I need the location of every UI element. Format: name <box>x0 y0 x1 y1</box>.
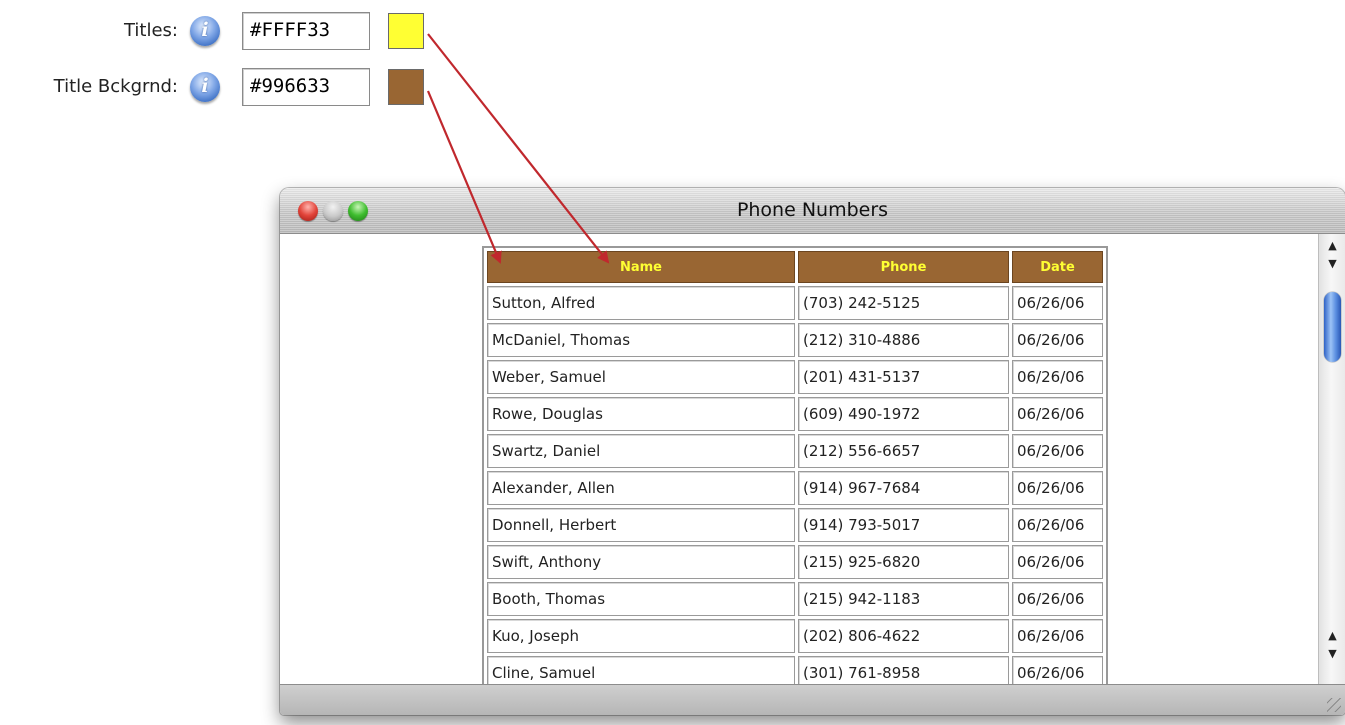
cell-date[interactable]: 06/26/06 <box>1012 545 1103 579</box>
cell-phone[interactable]: (212) 310-4886 <box>798 323 1009 357</box>
cell-name[interactable]: Alexander, Allen <box>487 471 795 505</box>
window-content: Name Phone Date Sutton, Alfred (703) 242-… <box>280 234 1318 684</box>
cell-phone[interactable]: (609) 490-1972 <box>798 397 1009 431</box>
cell-name[interactable]: Weber, Samuel <box>487 360 795 394</box>
cell-phone[interactable]: (914) 967-7684 <box>798 471 1009 505</box>
cell-date[interactable]: 06/26/06 <box>1012 582 1103 616</box>
cell-phone[interactable]: (201) 431-5137 <box>798 360 1009 394</box>
table-row[interactable]: Sutton, Alfred (703) 242-5125 06/26/06 <box>487 286 1103 320</box>
titles-setting-row: Titles: i #FFFF33 <box>0 12 440 52</box>
titles-color-field[interactable]: #FFFF33 <box>242 12 370 50</box>
scroll-up-icon[interactable]: ▲ <box>1319 236 1345 256</box>
table-row[interactable]: Kuo, Joseph (202) 806-4622 06/26/06 <box>487 619 1103 653</box>
table-body: Sutton, Alfred (703) 242-5125 06/26/06 McDa… <box>487 286 1103 684</box>
titles-info-icon[interactable]: i <box>190 16 220 46</box>
cell-date[interactable]: 06/26/06 <box>1012 286 1103 320</box>
window-titlebar[interactable]: Phone Numbers <box>280 188 1345 234</box>
cell-phone[interactable]: (212) 556-6657 <box>798 434 1009 468</box>
title-background-color-swatch[interactable] <box>388 69 424 105</box>
table-row[interactable]: Cline, Samuel (301) 761-8958 06/26/06 <box>487 656 1103 684</box>
cell-name[interactable]: Kuo, Joseph <box>487 619 795 653</box>
title-background-info-icon[interactable]: i <box>190 72 220 102</box>
cell-phone[interactable]: (301) 761-8958 <box>798 656 1009 684</box>
phone-numbers-table: Name Phone Date Sutton, Alfred (703) 242-… <box>482 246 1108 684</box>
column-header-phone[interactable]: Phone <box>798 251 1009 283</box>
title-background-setting-row: Title Bckgrnd: i #996633 <box>0 68 440 108</box>
cell-phone[interactable]: (703) 242-5125 <box>798 286 1009 320</box>
scroll-down-icon[interactable]: ▼ <box>1319 254 1345 274</box>
cell-date[interactable]: 06/26/06 <box>1012 471 1103 505</box>
cell-name[interactable]: Booth, Thomas <box>487 582 795 616</box>
table-row[interactable]: Swift, Anthony (215) 925-6820 06/26/06 <box>487 545 1103 579</box>
titles-label: Titles: <box>123 20 178 41</box>
cell-name[interactable]: Swartz, Daniel <box>487 434 795 468</box>
table-header-row: Name Phone Date <box>487 251 1103 283</box>
table-row[interactable]: Swartz, Daniel (212) 556-6657 06/26/06 <box>487 434 1103 468</box>
window-title: Phone Numbers <box>736 199 889 221</box>
scroll-up-icon-bottom[interactable]: ▲ <box>1319 626 1345 646</box>
resize-grip-icon[interactable] <box>1327 698 1341 712</box>
column-header-name[interactable]: Name <box>487 251 795 283</box>
phone-numbers-window: Phone Numbers Name Phone Date Sutton, Al… <box>280 188 1345 715</box>
cell-phone[interactable]: (202) 806-4622 <box>798 619 1009 653</box>
title-background-color-field[interactable]: #996633 <box>242 68 370 106</box>
window-bottom-bar <box>280 684 1345 715</box>
scroll-thumb[interactable] <box>1324 292 1341 362</box>
title-background-label: Title Bckgrnd: <box>53 76 178 97</box>
table-row[interactable]: Donnell, Herbert (914) 793-5017 06/26/06 <box>487 508 1103 542</box>
cell-name[interactable]: McDaniel, Thomas <box>487 323 795 357</box>
titles-color-swatch[interactable] <box>388 13 424 49</box>
cell-name[interactable]: Sutton, Alfred <box>487 286 795 320</box>
cell-date[interactable]: 06/26/06 <box>1012 508 1103 542</box>
cell-phone[interactable]: (215) 925-6820 <box>798 545 1009 579</box>
cell-name[interactable]: Rowe, Douglas <box>487 397 795 431</box>
cell-date[interactable]: 06/26/06 <box>1012 619 1103 653</box>
cell-date[interactable]: 06/26/06 <box>1012 656 1103 684</box>
vertical-scrollbar[interactable]: ▲ ▼ ▲ ▼ <box>1318 234 1345 684</box>
cell-date[interactable]: 06/26/06 <box>1012 397 1103 431</box>
cell-date[interactable]: 06/26/06 <box>1012 323 1103 357</box>
table-row[interactable]: McDaniel, Thomas (212) 310-4886 06/26/06 <box>487 323 1103 357</box>
column-header-date[interactable]: Date <box>1012 251 1103 283</box>
cell-date[interactable]: 06/26/06 <box>1012 360 1103 394</box>
cell-name[interactable]: Cline, Samuel <box>487 656 795 684</box>
table-row[interactable]: Rowe, Douglas (609) 490-1972 06/26/06 <box>487 397 1103 431</box>
cell-date[interactable]: 06/26/06 <box>1012 434 1103 468</box>
cell-name[interactable]: Swift, Anthony <box>487 545 795 579</box>
scroll-down-icon-bottom[interactable]: ▼ <box>1319 644 1345 664</box>
cell-phone[interactable]: (215) 942-1183 <box>798 582 1009 616</box>
table-row[interactable]: Alexander, Allen (914) 967-7684 06/26/06 <box>487 471 1103 505</box>
cell-name[interactable]: Donnell, Herbert <box>487 508 795 542</box>
table-row[interactable]: Weber, Samuel (201) 431-5137 06/26/06 <box>487 360 1103 394</box>
table-row[interactable]: Booth, Thomas (215) 942-1183 06/26/06 <box>487 582 1103 616</box>
cell-phone[interactable]: (914) 793-5017 <box>798 508 1009 542</box>
